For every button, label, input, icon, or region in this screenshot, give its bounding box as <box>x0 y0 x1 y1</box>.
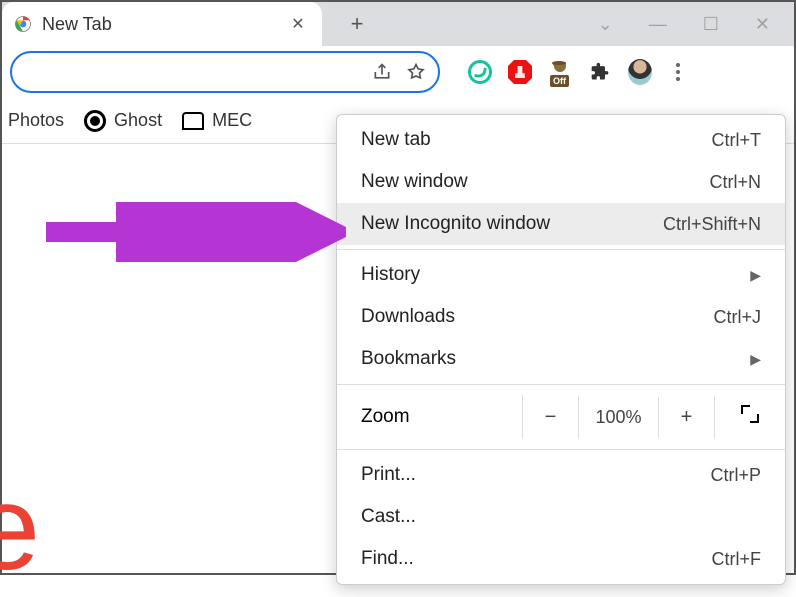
menu-cast[interactable]: Cast... <box>337 496 785 538</box>
browser-tab[interactable]: New Tab ✕ <box>2 2 322 46</box>
menu-label: New Incognito window <box>361 213 550 235</box>
menu-label: Downloads <box>361 306 455 328</box>
bookmark-ghost[interactable]: Ghost <box>84 110 162 132</box>
menu-downloads[interactable]: Downloads Ctrl+J <box>337 296 785 338</box>
chrome-menu: New tab Ctrl+T New window Ctrl+N New Inc… <box>336 114 786 585</box>
menu-shortcut: Ctrl+J <box>713 307 761 328</box>
extensions-puzzle-icon[interactable] <box>588 60 612 84</box>
menu-label: Find... <box>361 548 414 570</box>
menu-print[interactable]: Print... Ctrl+P <box>337 454 785 496</box>
bookmark-label: Ghost <box>114 110 162 131</box>
bookmark-photos[interactable]: Photos <box>8 110 64 131</box>
address-bar[interactable] <box>10 51 440 93</box>
profile-avatar[interactable] <box>628 60 652 84</box>
menu-zoom: Zoom − 100% + <box>337 389 785 445</box>
menu-shortcut: Ctrl+T <box>712 130 762 151</box>
buydetect-icon[interactable]: Off <box>548 61 572 83</box>
bookmark-star-icon[interactable] <box>406 62 426 82</box>
menu-label: New window <box>361 171 468 193</box>
zoom-controls: − 100% + <box>522 395 785 439</box>
bookmark-label: MEC <box>212 110 252 131</box>
fullscreen-icon <box>741 405 759 423</box>
menu-bookmarks[interactable]: Bookmarks ▶ <box>337 338 785 380</box>
grammarly-icon[interactable] <box>468 60 492 84</box>
menu-kebab-icon[interactable] <box>668 59 688 85</box>
extension-icons: Off <box>468 59 688 85</box>
chrome-icon <box>14 15 32 33</box>
menu-shortcut: Ctrl+F <box>712 549 762 570</box>
zoom-value: 100% <box>579 397 659 438</box>
window-controls: ⌄ — ☐ ✕ <box>598 14 794 35</box>
menu-label: History <box>361 264 420 286</box>
menu-label: Bookmarks <box>361 348 456 370</box>
menu-separator <box>337 384 785 385</box>
adblock-icon[interactable] <box>508 60 532 84</box>
menu-incognito[interactable]: New Incognito window Ctrl+Shift+N <box>337 203 785 245</box>
menu-shortcut: Ctrl+P <box>710 465 761 486</box>
menu-separator <box>337 249 785 250</box>
tab-title: New Tab <box>42 14 278 35</box>
share-icon[interactable] <box>372 62 392 82</box>
zoom-in-button[interactable]: + <box>659 396 715 439</box>
menu-label: New tab <box>361 129 431 151</box>
zoom-label: Zoom <box>361 406 522 428</box>
menu-history[interactable]: History ▶ <box>337 254 785 296</box>
ghost-icon <box>84 110 106 132</box>
menu-shortcut: Ctrl+N <box>709 172 761 193</box>
mec-icon <box>182 112 204 130</box>
bookmark-mec[interactable]: MEC <box>182 110 252 131</box>
fullscreen-button[interactable] <box>715 395 785 439</box>
dropdown-caret-icon[interactable]: ⌄ <box>598 14 613 35</box>
tab-strip: New Tab ✕ + ⌄ — ☐ ✕ <box>2 2 794 46</box>
menu-new-tab[interactable]: New tab Ctrl+T <box>337 119 785 161</box>
menu-new-window[interactable]: New window Ctrl+N <box>337 161 785 203</box>
off-badge: Off <box>550 75 569 87</box>
chevron-right-icon: ▶ <box>750 351 761 368</box>
bookmark-label: Photos <box>8 110 64 131</box>
toolbar: Off <box>2 46 794 98</box>
minimize-icon[interactable]: — <box>649 14 667 35</box>
menu-shortcut: Ctrl+Shift+N <box>663 214 761 235</box>
new-tab-button[interactable]: + <box>342 11 372 37</box>
close-window-icon[interactable]: ✕ <box>755 14 770 35</box>
menu-label: Print... <box>361 464 416 486</box>
menu-separator <box>337 449 785 450</box>
close-tab-icon[interactable]: ✕ <box>288 14 308 34</box>
zoom-out-button[interactable]: − <box>523 396 579 439</box>
menu-find[interactable]: Find... Ctrl+F <box>337 538 785 580</box>
maximize-icon[interactable]: ☐ <box>703 14 719 35</box>
menu-label: Cast... <box>361 506 416 528</box>
chevron-right-icon: ▶ <box>750 267 761 284</box>
google-logo: gle <box>0 459 34 597</box>
